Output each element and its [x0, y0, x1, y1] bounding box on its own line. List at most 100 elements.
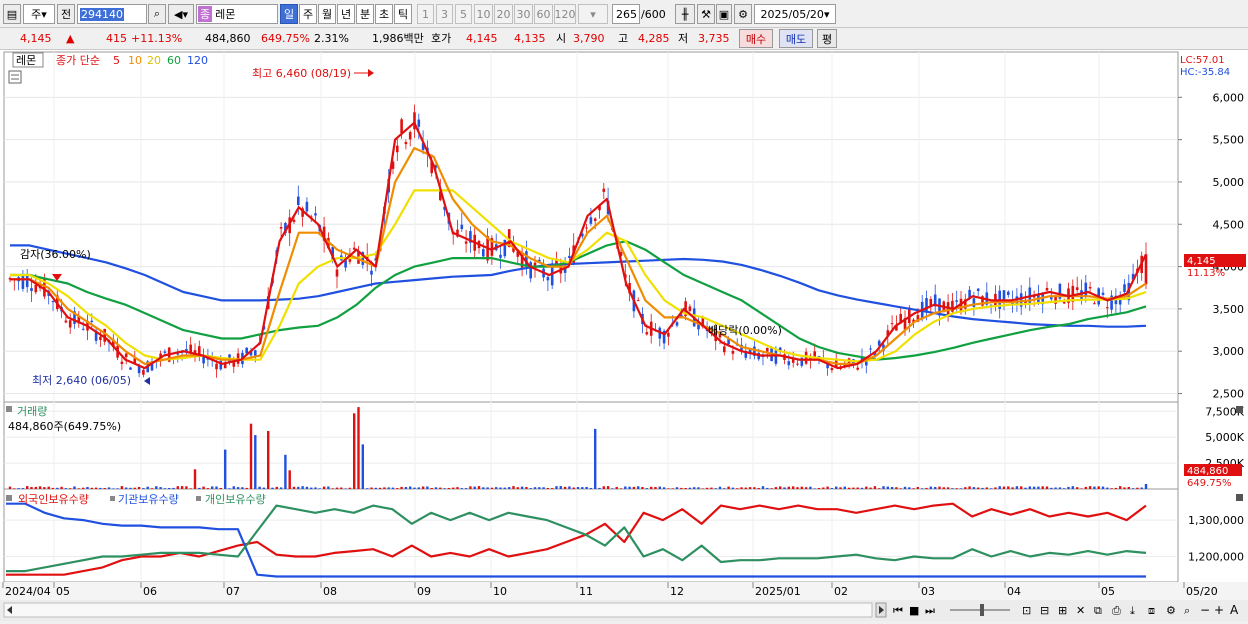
volume-bar — [938, 486, 941, 489]
volume-bar — [378, 487, 382, 489]
fast-forward-icon[interactable]: ⏭ — [925, 604, 935, 617]
zoom-slider-handle[interactable] — [980, 604, 984, 616]
zoom-search-icon[interactable]: ⌕ — [1184, 604, 1190, 617]
volume-bar — [1011, 487, 1014, 489]
interval-10[interactable]: 10 — [474, 4, 493, 24]
stop-icon[interactable]: ■ — [909, 604, 919, 617]
volume-close-icon[interactable] — [1236, 406, 1243, 413]
candle-up — [731, 351, 735, 354]
sell-button[interactable]: 매도 — [779, 29, 813, 48]
interval-20[interactable]: 20 — [494, 4, 513, 24]
x-tick-label: 09 — [417, 585, 431, 598]
price-change: 415 — [106, 32, 127, 45]
eval-button[interactable]: 평 — [817, 29, 837, 48]
candle-up — [400, 119, 403, 133]
volume-bar — [314, 487, 317, 489]
volume-bar — [1032, 486, 1036, 489]
interval-1[interactable]: 1 — [417, 4, 434, 24]
type-select[interactable]: 주 ▾ — [23, 4, 55, 24]
period-day[interactable]: 일 — [280, 4, 298, 24]
interval-dropdown[interactable]: ▾ — [578, 4, 608, 24]
volume-bar — [572, 487, 575, 489]
high-price: 4,285 — [638, 32, 670, 45]
gear-icon[interactable]: ⚙ — [734, 4, 752, 24]
layout-icon-1[interactable]: ⊡ — [1022, 604, 1031, 617]
period-tick[interactable]: 틱 — [394, 4, 412, 24]
buy-button[interactable]: 매수 — [739, 29, 773, 48]
period-week[interactable]: 주 — [299, 4, 317, 24]
interval-120[interactable]: 120 — [554, 4, 576, 24]
copy-icon[interactable]: ⧉ — [1094, 604, 1102, 617]
volume-collapse-icon[interactable] — [6, 406, 12, 412]
stock-name-field[interactable]: 종 레몬 — [196, 4, 278, 24]
layout-icon-2[interactable]: ⊟ — [1040, 604, 1049, 617]
candle-type-icon[interactable]: ╫ — [675, 4, 695, 24]
period-year[interactable]: 년 — [337, 4, 355, 24]
volume-bar — [13, 488, 16, 489]
volume-bar — [262, 487, 266, 489]
interval-30[interactable]: 30 — [514, 4, 533, 24]
period-minute[interactable]: 분 — [356, 4, 374, 24]
candle-down — [460, 224, 464, 229]
candle-up — [645, 332, 649, 335]
image-icon[interactable]: ⧈ — [1148, 604, 1155, 617]
x-tick-label: 05 — [56, 585, 70, 598]
x-tick-label: 03 — [921, 585, 935, 598]
rewind-icon[interactable]: ⏮ — [893, 604, 903, 617]
code-input[interactable]: 294140 — [77, 4, 147, 24]
interval-60[interactable]: 60 — [534, 4, 553, 24]
candle-up — [215, 363, 218, 370]
volume-bar — [1020, 486, 1023, 489]
period-second[interactable]: 초 — [375, 4, 393, 24]
volume-bar — [202, 486, 205, 489]
volume-bar — [1088, 486, 1092, 489]
volume-bar — [155, 486, 158, 489]
volume-bar — [404, 487, 408, 489]
count-input[interactable]: 265 — [612, 4, 640, 24]
trade-amount: 1,986백만 — [372, 32, 424, 45]
volume-bar — [693, 487, 696, 489]
volume-bar — [1084, 486, 1087, 489]
volume-value: 484,860 — [205, 32, 251, 45]
speaker-icon[interactable]: ◀▾ — [168, 4, 194, 24]
volume-bar — [495, 487, 498, 489]
volume-bar — [168, 488, 171, 489]
export-icon[interactable]: ⤓ — [1130, 604, 1135, 617]
zoom-in-icon[interactable]: + — [1214, 603, 1224, 617]
ma-prefix: 종가 단순 — [56, 54, 100, 67]
calculator-icon[interactable] — [8, 70, 22, 84]
settings-icon[interactable]: ⚙ — [1166, 604, 1176, 617]
indicator-icon[interactable]: ⚒ — [697, 4, 715, 24]
save-icon[interactable]: ▣ — [716, 4, 732, 24]
volume-bar — [946, 487, 950, 489]
volume-bar — [426, 486, 429, 489]
lc-label: LC:57.01 — [1180, 55, 1225, 66]
holdings-close-icon[interactable] — [1236, 494, 1243, 501]
interval-3[interactable]: 3 — [436, 4, 453, 24]
last-change-pct: 11.13% — [1187, 268, 1225, 279]
volume-bar — [542, 487, 545, 489]
font-size-icon[interactable]: A — [1230, 603, 1239, 617]
volume-bar — [125, 487, 128, 489]
volume-bar — [916, 487, 920, 489]
crosshair-icon[interactable]: ✕ — [1076, 604, 1085, 617]
volume-bar — [1045, 486, 1049, 489]
prev-button[interactable]: 전 — [57, 4, 75, 24]
volume-bar — [637, 486, 640, 489]
search-icon[interactable]: ⌕ — [148, 4, 166, 24]
zoom-out-icon[interactable]: − — [1200, 603, 1210, 617]
volume-bar — [310, 487, 313, 489]
menu-icon[interactable]: ▤ — [3, 4, 21, 24]
period-month[interactable]: 월 — [318, 4, 336, 24]
date-input[interactable]: 2025/05/20 ▾ — [754, 4, 836, 24]
holdings-collapse-icon[interactable] — [6, 495, 12, 501]
candle-up — [890, 323, 894, 325]
volume-bar — [43, 487, 46, 489]
interval-5[interactable]: 5 — [455, 4, 472, 24]
layout-icon-3[interactable]: ⊞ — [1058, 604, 1067, 617]
horizontal-scrollbar[interactable] — [3, 602, 873, 618]
volume-bar — [662, 487, 666, 489]
print-icon[interactable]: ⎙ — [1112, 604, 1121, 617]
volume-bar — [486, 487, 489, 489]
volume-bar — [228, 488, 231, 489]
